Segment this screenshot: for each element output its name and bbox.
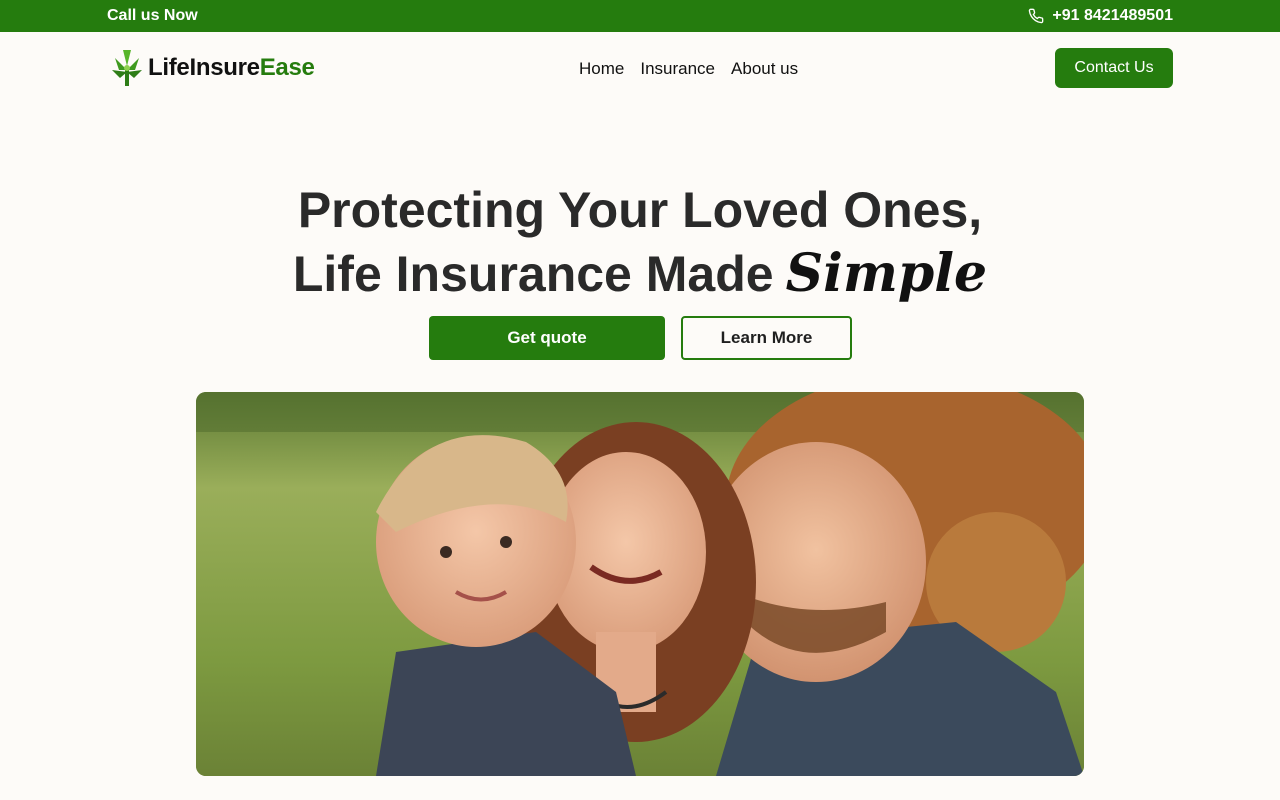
family-photo bbox=[196, 392, 1084, 776]
phone-link[interactable]: +91 8421489501 bbox=[1028, 7, 1173, 25]
call-us-label: Call us Now bbox=[107, 7, 198, 24]
family-photo-illustration bbox=[196, 392, 1084, 776]
phone-number[interactable]: +91 8421489501 bbox=[1052, 7, 1173, 25]
nav-insurance[interactable]: Insurance bbox=[640, 59, 715, 79]
logo[interactable]: LifeInsureEase bbox=[110, 48, 315, 88]
hero-title: Protecting Your Loved Ones, Life Insuran… bbox=[0, 178, 1280, 306]
logo-text: LifeInsureEase bbox=[148, 54, 315, 82]
tree-icon bbox=[112, 50, 142, 86]
learn-more-button[interactable]: Learn More bbox=[681, 316, 852, 360]
nav-home[interactable]: Home bbox=[579, 59, 624, 79]
phone-icon bbox=[1029, 8, 1044, 24]
get-quote-button[interactable]: Get quote bbox=[429, 316, 665, 360]
site-header: LifeInsureEase Home Insurance About us C… bbox=[0, 32, 1280, 104]
hero-title-line1: Protecting Your Loved Ones, bbox=[297, 182, 983, 238]
logo-text-accent: Ease bbox=[259, 54, 315, 81]
top-bar: Call us Now +91 8421489501 bbox=[0, 0, 1280, 32]
logo-text-main: LifeInsure bbox=[148, 54, 260, 81]
main-nav: Home Insurance About us bbox=[579, 59, 798, 79]
hero-title-script-word: Simple bbox=[785, 243, 988, 304]
hero-title-line2: Life Insurance Made bbox=[292, 246, 774, 302]
nav-about-us[interactable]: About us bbox=[731, 59, 798, 79]
contact-us-button[interactable]: Contact Us bbox=[1055, 48, 1173, 88]
